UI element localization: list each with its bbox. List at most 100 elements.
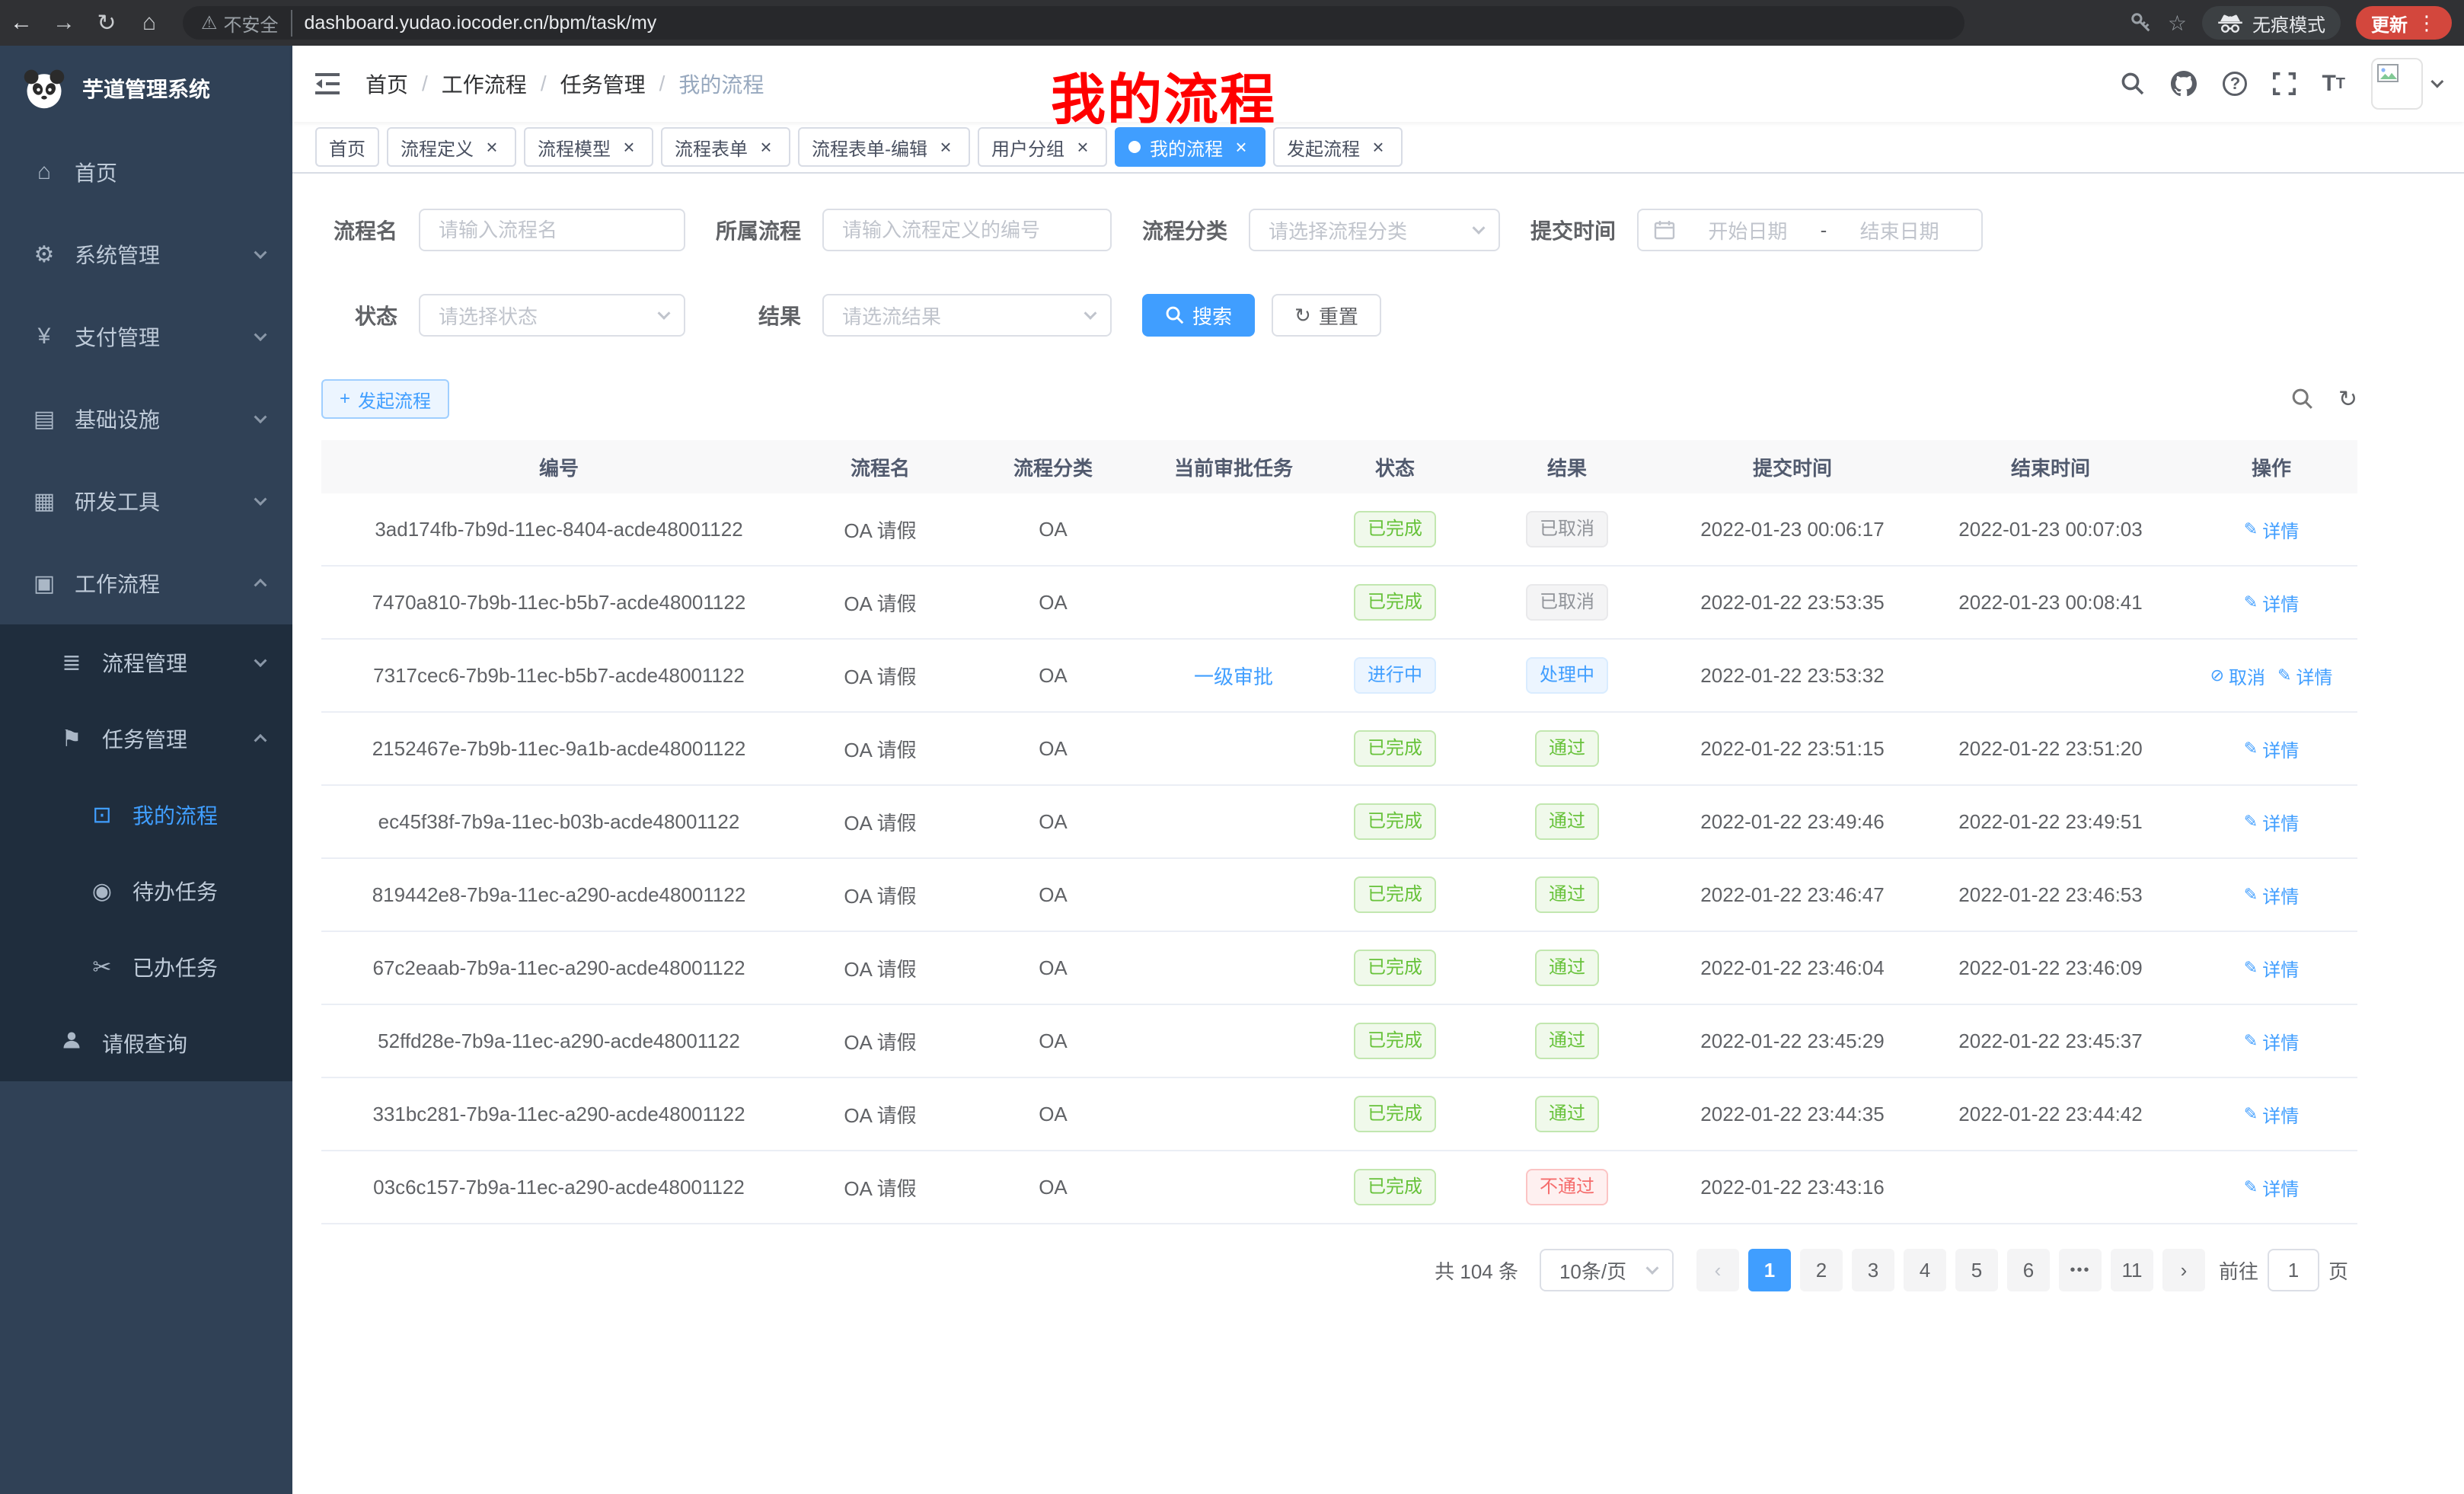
cell-id: 2152467e-7b9b-11ec-9a1b-acde48001122 <box>321 713 796 786</box>
fullscreen-icon[interactable] <box>2273 72 2296 95</box>
tab-item[interactable]: 流程表单-编辑× <box>798 127 970 167</box>
home-icon[interactable]: ⌂ <box>128 10 171 36</box>
sidebar-item-dev-tools[interactable]: ▦ 研发工具 <box>0 460 292 542</box>
process-table: 编号 流程名 流程分类 当前审批任务 状态 结果 提交时间 结束时间 操作 3a… <box>321 440 2357 1224</box>
start-date-placeholder[interactable]: 开始日期 <box>1681 216 1814 244</box>
sidebar-item-home[interactable]: ⌂ 首页 <box>0 131 292 213</box>
refresh-table-icon[interactable]: ↻ <box>2338 386 2357 413</box>
chevron-up-icon <box>254 579 267 592</box>
status-select[interactable]: 请选择状态 <box>419 294 685 337</box>
tab-item[interactable]: 流程表单× <box>661 127 790 167</box>
breadcrumb-home[interactable]: 首页 <box>365 69 408 99</box>
user-menu[interactable] <box>2371 58 2440 110</box>
page-button[interactable]: 11 <box>2111 1249 2153 1291</box>
process-name-label: 流程名 <box>321 215 397 245</box>
forward-icon[interactable]: → <box>43 10 85 36</box>
sidebar-item-infrastructure[interactable]: ▤ 基础设施 <box>0 378 292 460</box>
sidebar-item-payment[interactable]: ¥ 支付管理 <box>0 295 292 378</box>
tab-close-icon[interactable]: × <box>755 136 777 158</box>
prev-page-button[interactable]: ‹ <box>1696 1249 1739 1291</box>
back-icon[interactable]: ← <box>0 10 43 36</box>
submit-time-range-picker[interactable]: 开始日期 - 结束日期 <box>1637 209 1983 251</box>
reset-button[interactable]: ↻ 重置 <box>1272 294 1381 337</box>
next-page-button[interactable]: › <box>2162 1249 2205 1291</box>
result-select[interactable]: 请选流结果 <box>822 294 1112 337</box>
tab-item[interactable]: 流程定义× <box>387 127 516 167</box>
current-task-link[interactable]: 一级审批 <box>1194 662 1273 690</box>
status-badge: 已完成 <box>1354 950 1436 986</box>
breadcrumb-task-management[interactable]: 任务管理 <box>560 69 646 99</box>
page-size-select[interactable]: 10条/页 <box>1540 1249 1674 1291</box>
tab-close-icon[interactable]: × <box>618 136 640 158</box>
page-button[interactable]: 5 <box>1955 1249 1998 1291</box>
detail-action-link[interactable]: ✎详情 <box>2244 589 2299 616</box>
detail-action-link[interactable]: ✎详情 <box>2244 882 2299 908</box>
tab-close-icon[interactable]: × <box>935 136 956 158</box>
sidebar-toggle-icon[interactable] <box>292 72 365 96</box>
detail-action-link[interactable]: ✎详情 <box>2277 662 2332 689</box>
page-button[interactable]: 3 <box>1852 1249 1894 1291</box>
sidebar-item-label: 已办任务 <box>132 952 218 982</box>
sidebar-item-leave-query[interactable]: 请假查询 <box>0 1005 292 1081</box>
update-button[interactable]: 更新 ⋮ <box>2356 6 2452 40</box>
not-secure-warning[interactable]: ⚠ 不安全 <box>201 10 292 37</box>
tab-item[interactable]: 流程模型× <box>524 127 653 167</box>
bookmark-star-icon[interactable]: ☆ <box>2168 11 2187 36</box>
reload-icon[interactable]: ↻ <box>85 10 128 37</box>
parent-process-input[interactable] <box>822 209 1112 251</box>
tab-close-icon[interactable]: × <box>1230 136 1252 158</box>
header-actions: 操作 <box>2185 440 2357 493</box>
page-button[interactable]: 6 <box>2007 1249 2050 1291</box>
help-icon[interactable]: ? <box>2223 72 2247 96</box>
toggle-search-icon[interactable] <box>2291 388 2314 410</box>
create-process-button[interactable]: + 发起流程 <box>321 379 449 419</box>
tab-item[interactable]: 首页 <box>315 127 379 167</box>
category-select[interactable]: 请选择流程分类 <box>1249 209 1500 251</box>
detail-action-link[interactable]: ✎详情 <box>2244 736 2299 762</box>
detail-action-link[interactable]: ✎详情 <box>2244 1174 2299 1201</box>
cell-category: OA <box>964 493 1142 567</box>
tab-close-icon[interactable]: × <box>1368 136 1389 158</box>
browser-menu-icon[interactable]: ⋮ <box>2417 11 2437 35</box>
sidebar-item-todo-tasks[interactable]: ◉ 待办任务 <box>0 853 292 929</box>
cell-status: 已完成 <box>1325 493 1465 567</box>
breadcrumb-workflow[interactable]: 工作流程 <box>442 69 527 99</box>
sidebar-item-process-management[interactable]: ≣ 流程管理 <box>0 624 292 701</box>
avatar[interactable] <box>2371 58 2423 110</box>
tab-close-icon[interactable]: × <box>481 136 503 158</box>
sidebar-item-workflow[interactable]: ▣ 工作流程 <box>0 542 292 624</box>
cell-result: 通过 <box>1465 859 1669 932</box>
more-pages-button[interactable]: ••• <box>2059 1249 2102 1291</box>
password-key-icon[interactable] <box>2130 11 2153 34</box>
edit-icon: ✎ <box>2244 519 2258 539</box>
page-button[interactable]: 1 <box>1748 1249 1791 1291</box>
goto-page-input[interactable] <box>2268 1249 2319 1291</box>
infrastructure-icon: ▤ <box>30 406 58 433</box>
font-size-icon[interactable]: TT <box>2322 71 2345 97</box>
tab-item[interactable]: 发起流程× <box>1273 127 1403 167</box>
sidebar-item-system[interactable]: ⚙ 系统管理 <box>0 213 292 295</box>
detail-action-link[interactable]: ✎详情 <box>2244 809 2299 835</box>
process-name-input[interactable] <box>419 209 685 251</box>
detail-action-link[interactable]: ✎详情 <box>2244 516 2299 543</box>
chevron-down-icon <box>1084 307 1097 320</box>
detail-action-link[interactable]: ✎详情 <box>2244 1101 2299 1128</box>
address-bar[interactable]: ⚠ 不安全 dashboard.yudao.iocoder.cn/bpm/tas… <box>183 6 1964 40</box>
github-icon[interactable] <box>2171 71 2197 97</box>
sidebar-item-done-tasks[interactable]: ✂ 已办任务 <box>0 929 292 1005</box>
page-button[interactable]: 2 <box>1800 1249 1843 1291</box>
page-button[interactable]: 4 <box>1904 1249 1946 1291</box>
detail-action-link[interactable]: ✎详情 <box>2244 955 2299 982</box>
sidebar-item-task-management[interactable]: ⚑ 任务管理 <box>0 701 292 777</box>
cell-current-task <box>1142 859 1325 932</box>
edit-icon: ✎ <box>2244 739 2258 758</box>
detail-action-link[interactable]: ✎详情 <box>2244 1028 2299 1055</box>
tab-close-icon[interactable]: × <box>1072 136 1093 158</box>
url-text[interactable]: dashboard.yudao.iocoder.cn/bpm/task/my <box>305 12 657 34</box>
end-date-placeholder[interactable]: 结束日期 <box>1833 216 1966 244</box>
breadcrumb-separator: / <box>422 72 428 96</box>
search-button[interactable]: 搜索 <box>1142 294 1255 337</box>
cancel-action-link[interactable]: ⊘取消 <box>2210 662 2265 689</box>
sidebar-item-my-process[interactable]: ⊡ 我的流程 <box>0 777 292 853</box>
search-icon[interactable] <box>2121 72 2145 96</box>
